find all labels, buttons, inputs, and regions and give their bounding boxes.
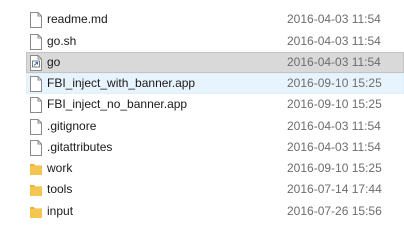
document-icon	[29, 97, 43, 113]
file-name: .gitignore	[47, 119, 97, 133]
document-icon	[29, 12, 43, 28]
file-row-readme-md[interactable]: readme.md 2016-04-03 11:54	[0, 9, 404, 30]
file-modified-date: 2016-04-03 11:54	[287, 119, 381, 133]
file-row-go-sh[interactable]: go.sh 2016-04-03 11:54	[0, 31, 404, 52]
folder-icon	[29, 182, 43, 198]
file-name: FBI_inject_with_banner.app	[47, 76, 196, 90]
document-icon	[29, 34, 43, 50]
file-name: FBI_inject_no_banner.app	[47, 97, 188, 111]
file-row-fbi-inject-no-banner[interactable]: FBI_inject_no_banner.app 2016-09-10 15:2…	[0, 94, 404, 115]
document-icon	[29, 140, 43, 156]
folder-modified-date: 2016-07-14 17:44	[287, 182, 382, 196]
folder-name: input	[47, 204, 74, 218]
folder-modified-date: 2016-09-10 15:25	[287, 161, 382, 175]
folder-row-tools[interactable]: tools 2016-07-14 17:44	[0, 179, 404, 200]
file-row-gitignore[interactable]: .gitignore 2016-04-03 11:54	[0, 116, 404, 137]
file-name: .gitattributes	[47, 140, 113, 154]
folder-icon	[29, 161, 43, 177]
file-modified-date: 2016-04-03 11:54	[287, 12, 381, 26]
file-name: go.sh	[47, 34, 77, 48]
file-name: go	[47, 55, 61, 69]
folder-row-work[interactable]: work 2016-09-10 15:25	[0, 158, 404, 179]
shortcut-icon	[29, 55, 43, 71]
file-list: readme.md 2016-04-03 11:54 go.sh 2016-04…	[0, 0, 404, 241]
file-row-gitattributes[interactable]: .gitattributes 2016-04-03 11:54	[0, 137, 404, 158]
file-modified-date: 2016-04-03 11:54	[287, 55, 381, 69]
document-icon	[29, 119, 43, 135]
file-row-go[interactable]: go 2016-04-03 11:54	[0, 52, 404, 73]
file-modified-date: 2016-04-03 11:54	[287, 140, 381, 154]
folder-name: work	[47, 161, 73, 175]
file-row-fbi-inject-with-banner[interactable]: FBI_inject_with_banner.app 2016-09-10 15…	[0, 73, 404, 94]
folder-row-input[interactable]: input 2016-07-26 15:56	[0, 201, 404, 222]
file-modified-date: 2016-04-03 11:54	[287, 34, 381, 48]
file-name: readme.md	[47, 12, 108, 26]
document-icon	[29, 76, 43, 92]
folder-name: tools	[47, 182, 73, 196]
folder-icon	[29, 204, 43, 220]
folder-modified-date: 2016-07-26 15:56	[287, 204, 382, 218]
file-modified-date: 2016-09-10 15:25	[287, 76, 382, 90]
file-modified-date: 2016-09-10 15:25	[287, 97, 382, 111]
